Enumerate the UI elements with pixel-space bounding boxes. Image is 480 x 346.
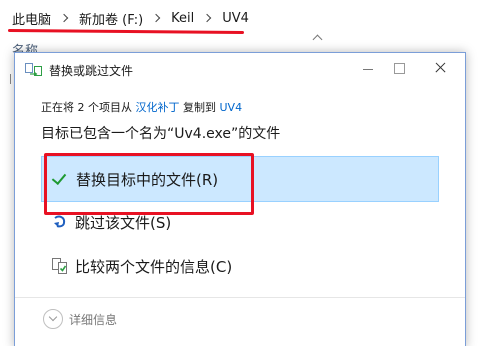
compare-option[interactable]: 比较两个文件的信息(C) <box>41 244 437 288</box>
chevron-down-circle-icon <box>43 309 63 329</box>
sort-chevron-icon <box>312 34 323 45</box>
maximize-button[interactable] <box>379 53 419 83</box>
skip-arrow-icon <box>54 215 66 228</box>
chevron-right-icon[interactable] <box>153 14 161 22</box>
annotation-box <box>44 153 254 215</box>
destination-folder-link[interactable]: UV4 <box>220 101 243 114</box>
operation-description: 正在将 2 个项目从 汉化补丁 复制到 UV4 <box>41 101 243 114</box>
close-button[interactable] <box>419 53 459 83</box>
replace-files-icon <box>25 63 42 76</box>
conflict-heading: 目标已包含一个名为“Uv4.exe”的文件 <box>41 126 281 142</box>
dialog-titlebar[interactable]: 替换或跳过文件 <box>15 53 465 87</box>
compare-files-icon <box>52 258 67 274</box>
footer-divider <box>15 297 465 298</box>
details-toggle[interactable]: 详细信息 <box>43 309 117 329</box>
compare-option-label: 比较两个文件的信息(C) <box>75 257 233 276</box>
replace-or-skip-dialog: 替换或跳过文件 正在将 2 个项目从 汉化补丁 复制到 UV4 目标已包含一个名… <box>14 52 466 346</box>
details-label: 详细信息 <box>69 312 118 327</box>
dialog-title: 替换或跳过文件 <box>49 64 134 78</box>
chevron-right-icon[interactable] <box>61 14 69 22</box>
chevron-right-icon[interactable] <box>204 14 212 22</box>
source-folder-link[interactable]: 汉化补丁 <box>136 101 180 114</box>
explorer-window: 此电脑 新加卷 (F:) Keil UV4 名称 替换或跳过文件 <box>0 0 480 346</box>
